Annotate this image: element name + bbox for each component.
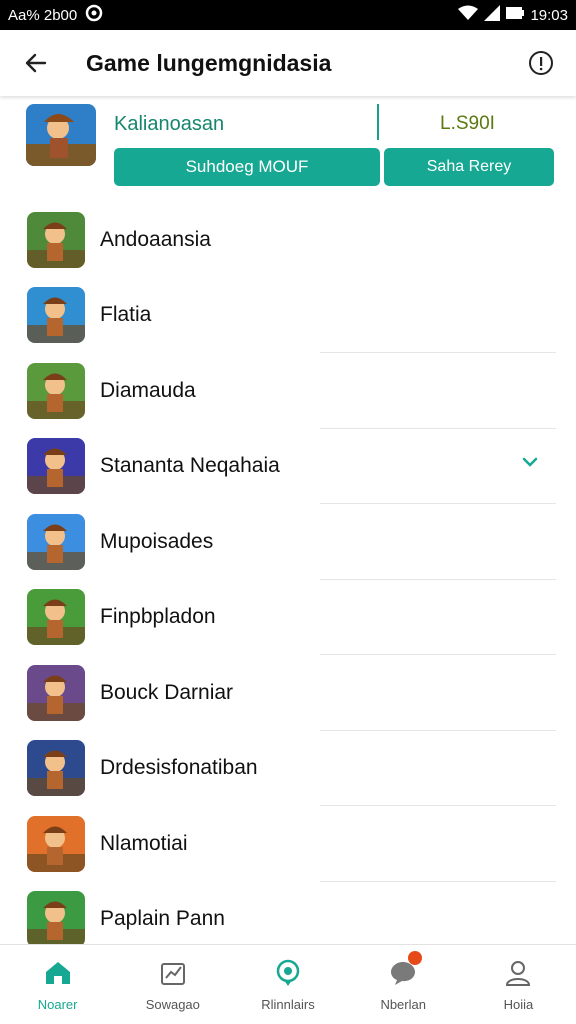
game-label: Paplain Pann: [100, 907, 225, 931]
game-label: Drdesisfonatiban: [100, 756, 258, 780]
list-item[interactable]: Finpbpladon: [0, 580, 576, 655]
game-icon: [27, 664, 85, 721]
nav-item-person[interactable]: Hoiia: [461, 945, 576, 1024]
app-bar: Game lungemgnidasia: [0, 30, 576, 96]
nav-label: Hoiia: [503, 997, 534, 1012]
game-list: Andoaansia Flatia Diamauda Stananta Neqahai…: [0, 202, 576, 957]
game-label: Andoaansia: [100, 227, 211, 251]
game-icon: [27, 211, 85, 268]
list-item[interactable]: Drdesisfonatiban: [0, 731, 576, 806]
chart-icon: [157, 957, 189, 989]
list-item[interactable]: Diamauda: [0, 353, 576, 429]
featured-divider: [377, 104, 379, 140]
game-label: Mupoisades: [100, 529, 214, 553]
nav-item-chat[interactable]: Nberlan: [346, 945, 461, 1024]
featured-value: L.S90I: [440, 113, 495, 134]
battery-icon: [506, 6, 525, 24]
bottom-navigation: Noarer Sowagao Rlinnlairs Nberlan Hoiia: [0, 944, 576, 1024]
nav-label: Sowagao: [145, 997, 200, 1012]
list-item[interactable]: Bouck Darniar: [0, 655, 576, 731]
game-label: Nlamotiai: [100, 831, 188, 855]
game-label: Stananta Neqahaia: [100, 454, 280, 478]
game-icon: [27, 362, 85, 419]
game-label: Bouck Darniar: [100, 680, 234, 704]
list-item[interactable]: Mupoisades: [0, 504, 576, 580]
nav-item-home[interactable]: Noarer: [0, 945, 115, 1024]
nav-item-chart[interactable]: Sowagao: [115, 945, 230, 1024]
nav-label: Nberlan: [380, 997, 426, 1012]
game-icon: [27, 589, 85, 646]
home-icon: [42, 957, 74, 989]
status-left-text: Aa% 2b00: [8, 6, 78, 24]
featured-title: Kalianoasan: [114, 113, 225, 135]
info-button[interactable]: [506, 30, 576, 96]
person-icon: [502, 957, 534, 989]
nav-item-location[interactable]: Rlinnlairs: [230, 945, 345, 1024]
list-item[interactable]: Flatia: [0, 278, 576, 353]
game-icon: [27, 891, 85, 948]
primary-action-button[interactable]: Suhdoeg MOUF: [114, 148, 380, 186]
arrow-left-icon: [25, 53, 47, 73]
nav-label: Rlinnlairs: [261, 997, 315, 1012]
game-icon: [27, 438, 85, 495]
game-icon: [27, 287, 85, 344]
game-label: Diamauda: [100, 378, 196, 402]
notification-badge: [407, 951, 422, 965]
wifi-icon: [458, 5, 479, 25]
info-icon: [529, 51, 553, 75]
list-item[interactable]: Nlamotiai: [0, 806, 576, 882]
list-item[interactable]: Stananta Neqahaia: [0, 429, 576, 504]
back-button[interactable]: [0, 30, 72, 96]
game-label: Finpbpladon: [100, 605, 216, 629]
status-time: 19:03: [530, 6, 568, 24]
notification-icon: [85, 4, 103, 26]
chevron-down-icon[interactable]: [522, 455, 538, 473]
game-icon: [27, 815, 85, 872]
status-bar: Aa% 2b00 19:03: [0, 0, 576, 30]
page-title: Game lungemgnidasia: [86, 49, 332, 76]
secondary-action-button[interactable]: Saha Rerey: [384, 148, 554, 186]
signal-icon: [484, 5, 501, 25]
game-icon: [27, 740, 85, 797]
location-icon: [272, 957, 304, 989]
list-item[interactable]: Andoaansia: [0, 202, 576, 278]
featured-game: Kalianoasan L.S90I Suhdoeg MOUF Saha Rer…: [0, 96, 576, 206]
nav-label: Noarer: [37, 997, 78, 1012]
game-label: Flatia: [100, 303, 152, 327]
featured-game-icon: [26, 104, 96, 166]
game-icon: [27, 513, 85, 570]
